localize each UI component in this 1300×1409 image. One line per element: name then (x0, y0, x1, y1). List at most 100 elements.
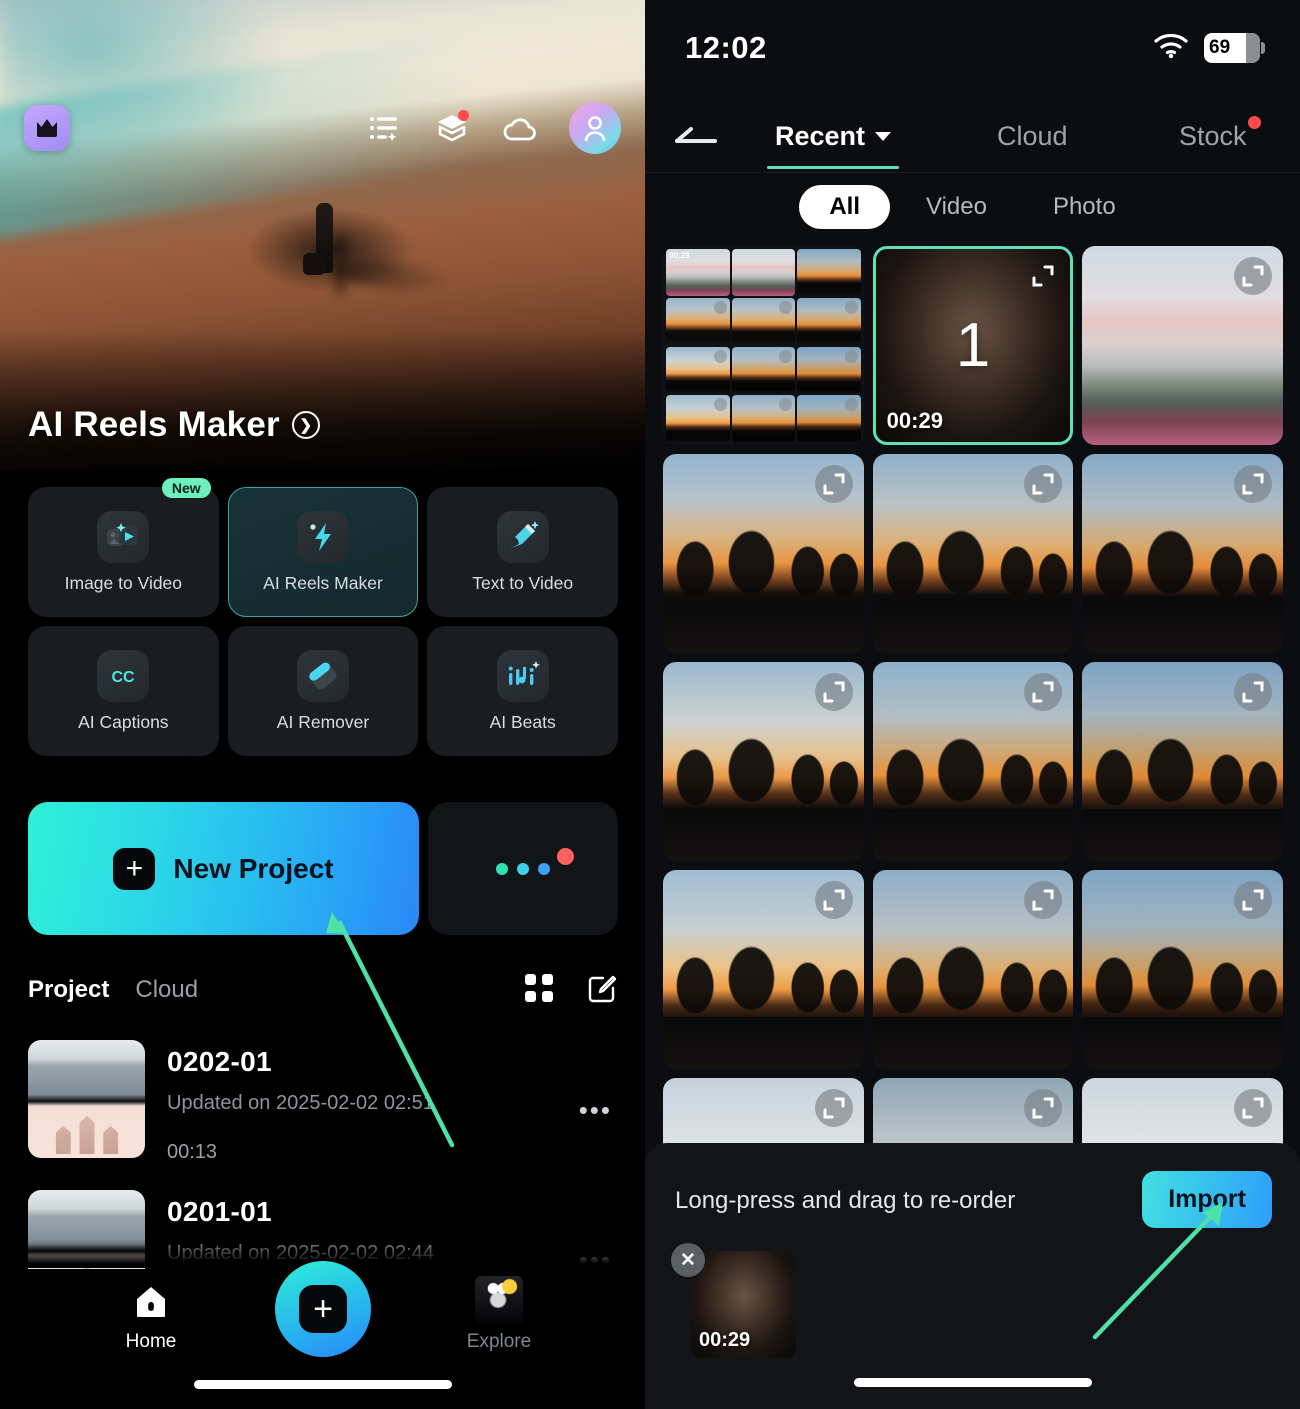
tool-grid: Image to Video New AI Reels Maker Text t… (28, 478, 618, 756)
expand-icon[interactable] (1024, 257, 1062, 295)
project-header: Project Cloud (28, 968, 618, 1012)
filter-all[interactable]: All (799, 185, 890, 229)
action-row: + New Project (28, 802, 618, 935)
project-info: 0202-01 Updated on 2025-02-02 02:51 00:1… (167, 1040, 434, 1185)
pencil-icon (496, 510, 549, 563)
album-mini-thumb (797, 297, 861, 345)
album-mini-thumb (797, 249, 861, 296)
new-project-button[interactable]: + New Project (28, 802, 419, 935)
chevron-right-circle-icon[interactable]: ❯ (291, 411, 320, 439)
selected-clip-chip[interactable]: 00:29 (691, 1251, 796, 1358)
album-mini-thumb (666, 297, 730, 345)
tab-cloud[interactable]: Cloud (135, 976, 198, 1004)
expand-icon[interactable] (1024, 465, 1063, 503)
hero-person-shadow (328, 255, 452, 295)
tool-card-text-to-video[interactable]: Text to Video (427, 487, 618, 617)
battery-indicator: 69 (1204, 33, 1265, 63)
lightning-icon (296, 510, 349, 563)
crown-icon[interactable] (24, 105, 70, 151)
album-mini-thumb (731, 346, 796, 394)
dual-screenshot: AI Reels Maker ❯ Image to Video New AI R… (0, 0, 1300, 1409)
expand-icon[interactable] (814, 465, 853, 503)
tabs-divider (645, 172, 1300, 173)
tutorial-icon[interactable] (433, 109, 471, 147)
tool-card-image-to-video[interactable]: Image to Video New (28, 478, 219, 617)
tab-stock[interactable]: Stock (1179, 115, 1261, 152)
photo-trees (872, 505, 1074, 598)
tool-card-ai-beats[interactable]: AI Beats (427, 626, 618, 756)
back-arrow-icon[interactable] (675, 125, 733, 147)
create-fab-button[interactable]: + (275, 1261, 371, 1357)
home-indicator (853, 1378, 1092, 1387)
expand-icon[interactable] (814, 881, 853, 919)
svg-text:CC: CC (112, 669, 136, 686)
expand-icon[interactable] (814, 673, 853, 711)
media-cell-selected-video[interactable]: 1 00:29 (872, 246, 1074, 445)
media-cell-photo[interactable] (663, 870, 864, 1069)
hero-title-row[interactable]: AI Reels Maker ❯ (28, 405, 320, 445)
media-cell-photo[interactable] (1082, 870, 1283, 1069)
tab-project[interactable]: Project (28, 976, 109, 1004)
expand-icon[interactable] (1024, 673, 1063, 711)
chevron-down-icon (875, 131, 892, 141)
project-row[interactable]: 0202-01 Updated on 2025-02-02 02:51 00:1… (28, 1035, 618, 1185)
tool-card-ai-captions[interactable]: CC AI Captions (28, 626, 219, 756)
notification-dot (1247, 115, 1261, 129)
photo-ground (1082, 1017, 1283, 1069)
notification-dot (557, 847, 574, 865)
import-button[interactable]: Import (1142, 1171, 1272, 1228)
edit-icon[interactable] (588, 973, 618, 1008)
more-tools-card[interactable] (428, 802, 618, 935)
filter-photo[interactable]: Photo (1023, 185, 1146, 229)
selection-order-number: 1 (955, 310, 991, 380)
cloud-icon[interactable] (501, 109, 539, 147)
expand-icon[interactable] (1234, 257, 1272, 295)
media-cell-photo[interactable] (1082, 454, 1283, 653)
media-cell-photo[interactable] (663, 454, 864, 653)
tab-explore[interactable]: Explore (444, 1276, 554, 1353)
tab-recent[interactable]: Recent (766, 121, 900, 169)
photo-trees (872, 921, 1074, 1014)
close-icon[interactable]: ✕ (671, 1243, 705, 1277)
expand-icon[interactable] (1024, 1089, 1063, 1127)
tab-home[interactable]: Home (96, 1285, 206, 1353)
tool-card-ai-reels-maker[interactable]: AI Reels Maker (227, 487, 419, 617)
expand-icon (713, 300, 727, 314)
battery-level: 69 (1209, 37, 1231, 58)
expand-icon[interactable] (1234, 465, 1272, 503)
tool-label: AI Beats (489, 711, 556, 732)
photo-trees (663, 505, 864, 598)
expand-icon[interactable] (1234, 673, 1272, 711)
photo-ground (872, 809, 1074, 861)
expand-icon[interactable] (814, 1089, 853, 1127)
photo-ground (872, 601, 1074, 653)
expand-icon (779, 300, 793, 314)
media-cell-photo[interactable] (663, 662, 864, 861)
expand-icon[interactable] (1024, 881, 1063, 919)
photo-ground (663, 601, 864, 653)
media-cell-photo[interactable] (872, 870, 1074, 1069)
media-cell-photo[interactable] (872, 662, 1074, 861)
filter-video[interactable]: Video (896, 185, 1017, 229)
project-name: 0202-01 (167, 1046, 272, 1077)
expand-icon (779, 398, 793, 412)
project-thumbnail (28, 1040, 145, 1158)
media-cell-album[interactable]: 00:29 (663, 246, 864, 445)
media-cell-photo[interactable] (1082, 246, 1283, 445)
tool-label: AI Reels Maker (263, 572, 383, 593)
more-options-icon[interactable]: ••• (579, 1095, 612, 1126)
grid-view-icon[interactable] (524, 973, 554, 1008)
profile-avatar[interactable] (569, 102, 621, 154)
home-icon (137, 1287, 165, 1317)
expand-icon[interactable] (1234, 881, 1272, 919)
tab-cloud[interactable]: Cloud (997, 121, 1068, 152)
media-cell-photo[interactable] (1082, 662, 1283, 861)
header-actions (365, 102, 621, 154)
project-updated: Updated on 2025-02-02 02:51 (167, 1092, 434, 1114)
tool-label: Image to Video (64, 572, 183, 593)
media-cell-photo[interactable] (872, 454, 1074, 653)
reorder-hint: Long-press and drag to re-order (675, 1187, 1016, 1214)
tool-card-ai-remover[interactable]: AI Remover (227, 626, 419, 756)
expand-icon[interactable] (1234, 1089, 1272, 1127)
ai-script-icon[interactable] (365, 109, 403, 147)
